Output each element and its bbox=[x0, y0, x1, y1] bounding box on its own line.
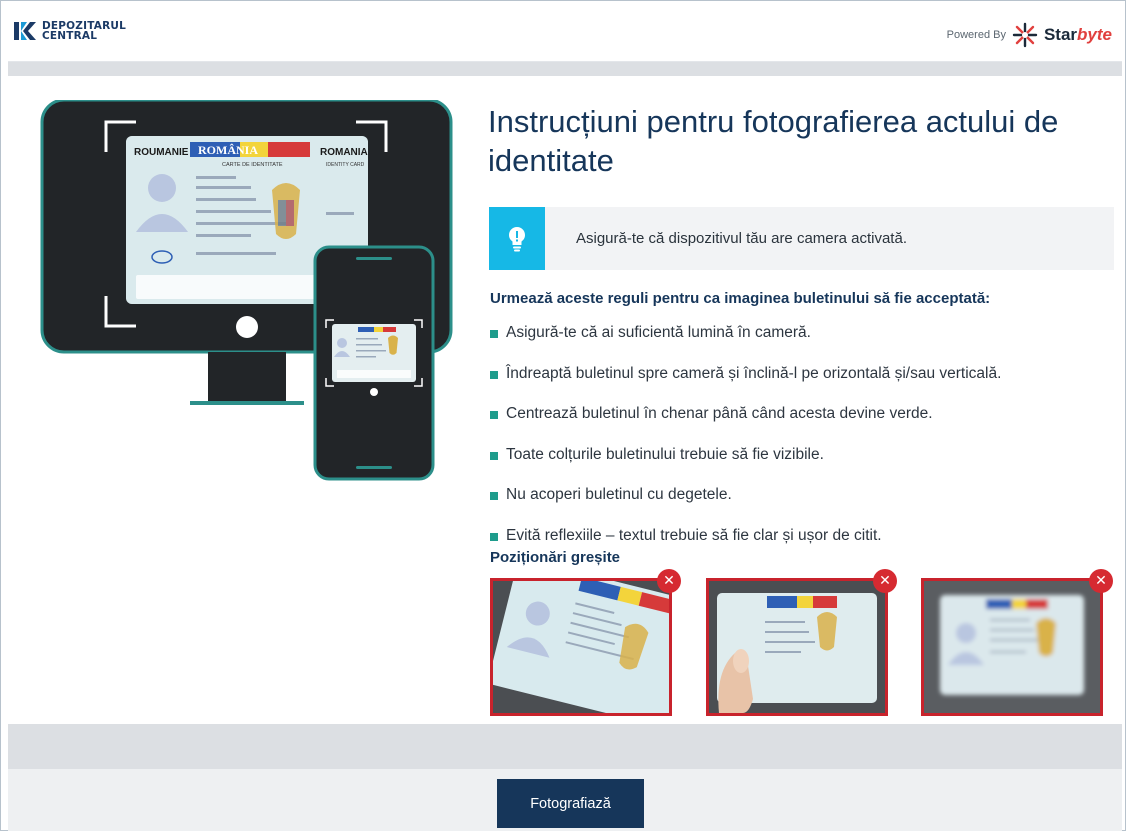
rule-text: Asigură-te că ai suficientă lumină în ca… bbox=[506, 324, 811, 341]
rule-text: Evită reflexiile – textul trebuie să fie… bbox=[506, 526, 882, 544]
error-close-icon: ✕ bbox=[1089, 569, 1113, 593]
error-close-icon: ✕ bbox=[873, 569, 897, 593]
coat-of-arms bbox=[272, 183, 300, 239]
rule-text: Îndreaptă buletinul spre cameră și încli… bbox=[506, 364, 1002, 382]
logo-text: DEPOZITARUL CENTRAL bbox=[42, 21, 126, 42]
bullet-icon bbox=[490, 492, 498, 500]
powered-by-label: Powered By bbox=[946, 29, 1006, 41]
page-title: Instrucțiuni pentru fotografierea actulu… bbox=[488, 104, 1059, 178]
depozitarul-central-logo: DEPOZITARUL CENTRAL bbox=[14, 20, 126, 42]
tilted-card-image bbox=[493, 581, 669, 713]
rule-item: Nu acoperi buletinul cu degetele. bbox=[490, 486, 1001, 527]
hint-text: Asigură-te că dispozitivul tău are camer… bbox=[576, 230, 907, 247]
monitor-base bbox=[190, 401, 304, 405]
rule-text: Nu acoperi buletinul cu degetele. bbox=[506, 486, 732, 503]
blurry-card-image bbox=[924, 581, 1100, 713]
rule-item: Centrează buletinul în chenar până când … bbox=[490, 405, 1001, 446]
error-close-icon: ✕ bbox=[657, 569, 681, 593]
rules-heading: Urmează aceste reguli pentru ca imaginea… bbox=[490, 290, 991, 307]
wrong-example-tilted bbox=[490, 578, 672, 716]
id-identity-card: IDENTITY CARD bbox=[326, 162, 365, 168]
camera-hint: Asigură-te că dispozitivul tău are camer… bbox=[489, 207, 1114, 270]
rule-item: Toate colțurile buletinului trebuie să f… bbox=[490, 446, 1001, 487]
brand-byte: byte bbox=[1077, 25, 1112, 44]
starbyte-brand: Starbyte bbox=[1044, 25, 1112, 45]
id-photo-illustration: ROUMANIE ROMÂNIA ROMANIA CARTE DE IDENTI… bbox=[40, 100, 453, 481]
rule-text: Centrează buletinul în chenar până când … bbox=[506, 405, 933, 422]
header-bar: DEPOZITARUL CENTRAL Powered By Starbyte bbox=[8, 4, 1122, 62]
rule-item: Îndreaptă buletinul spre cameră și încli… bbox=[490, 365, 1001, 406]
bullet-icon bbox=[490, 330, 498, 338]
hint-icon-box bbox=[489, 207, 545, 270]
id-right-label: ROMANIA bbox=[320, 147, 368, 158]
bullet-icon bbox=[490, 411, 498, 419]
id-center-label: ROMÂNIA bbox=[198, 143, 258, 157]
finger-card-image bbox=[709, 581, 885, 713]
lightbulb-icon bbox=[509, 226, 525, 251]
bullet-icon bbox=[490, 451, 498, 460]
id-subtitle: CARTE DE IDENTITATE bbox=[222, 162, 283, 168]
bottom-band bbox=[8, 724, 1122, 769]
dc-logo-icon bbox=[14, 22, 36, 40]
bullet-icon bbox=[490, 370, 498, 379]
rule-item: Asigură-te că ai suficientă lumină în ca… bbox=[490, 324, 1001, 365]
rule-text: Toate colțurile buletinului trebuie să f… bbox=[506, 445, 824, 463]
take-photo-button[interactable]: Fotografiază bbox=[497, 779, 644, 828]
rules-list: Asigură-te că ai suficientă lumină în ca… bbox=[490, 324, 1001, 567]
header-divider-band bbox=[8, 62, 1122, 76]
brand-star: Star bbox=[1043, 25, 1078, 44]
monitor-camera-dot bbox=[236, 316, 258, 338]
starbyte-logo-icon bbox=[1012, 22, 1038, 48]
monitor-stand bbox=[208, 352, 286, 402]
id-left-label: ROUMANIE bbox=[134, 147, 189, 158]
wrong-positions-heading: Poziționări greșite bbox=[490, 549, 621, 566]
wrong-example-blurry bbox=[921, 578, 1103, 716]
logo-line-2: CENTRAL bbox=[42, 30, 98, 42]
wrong-example-finger bbox=[706, 578, 888, 716]
bullet-icon bbox=[490, 532, 498, 541]
powered-by: Powered By Starbyte bbox=[947, 22, 1112, 48]
